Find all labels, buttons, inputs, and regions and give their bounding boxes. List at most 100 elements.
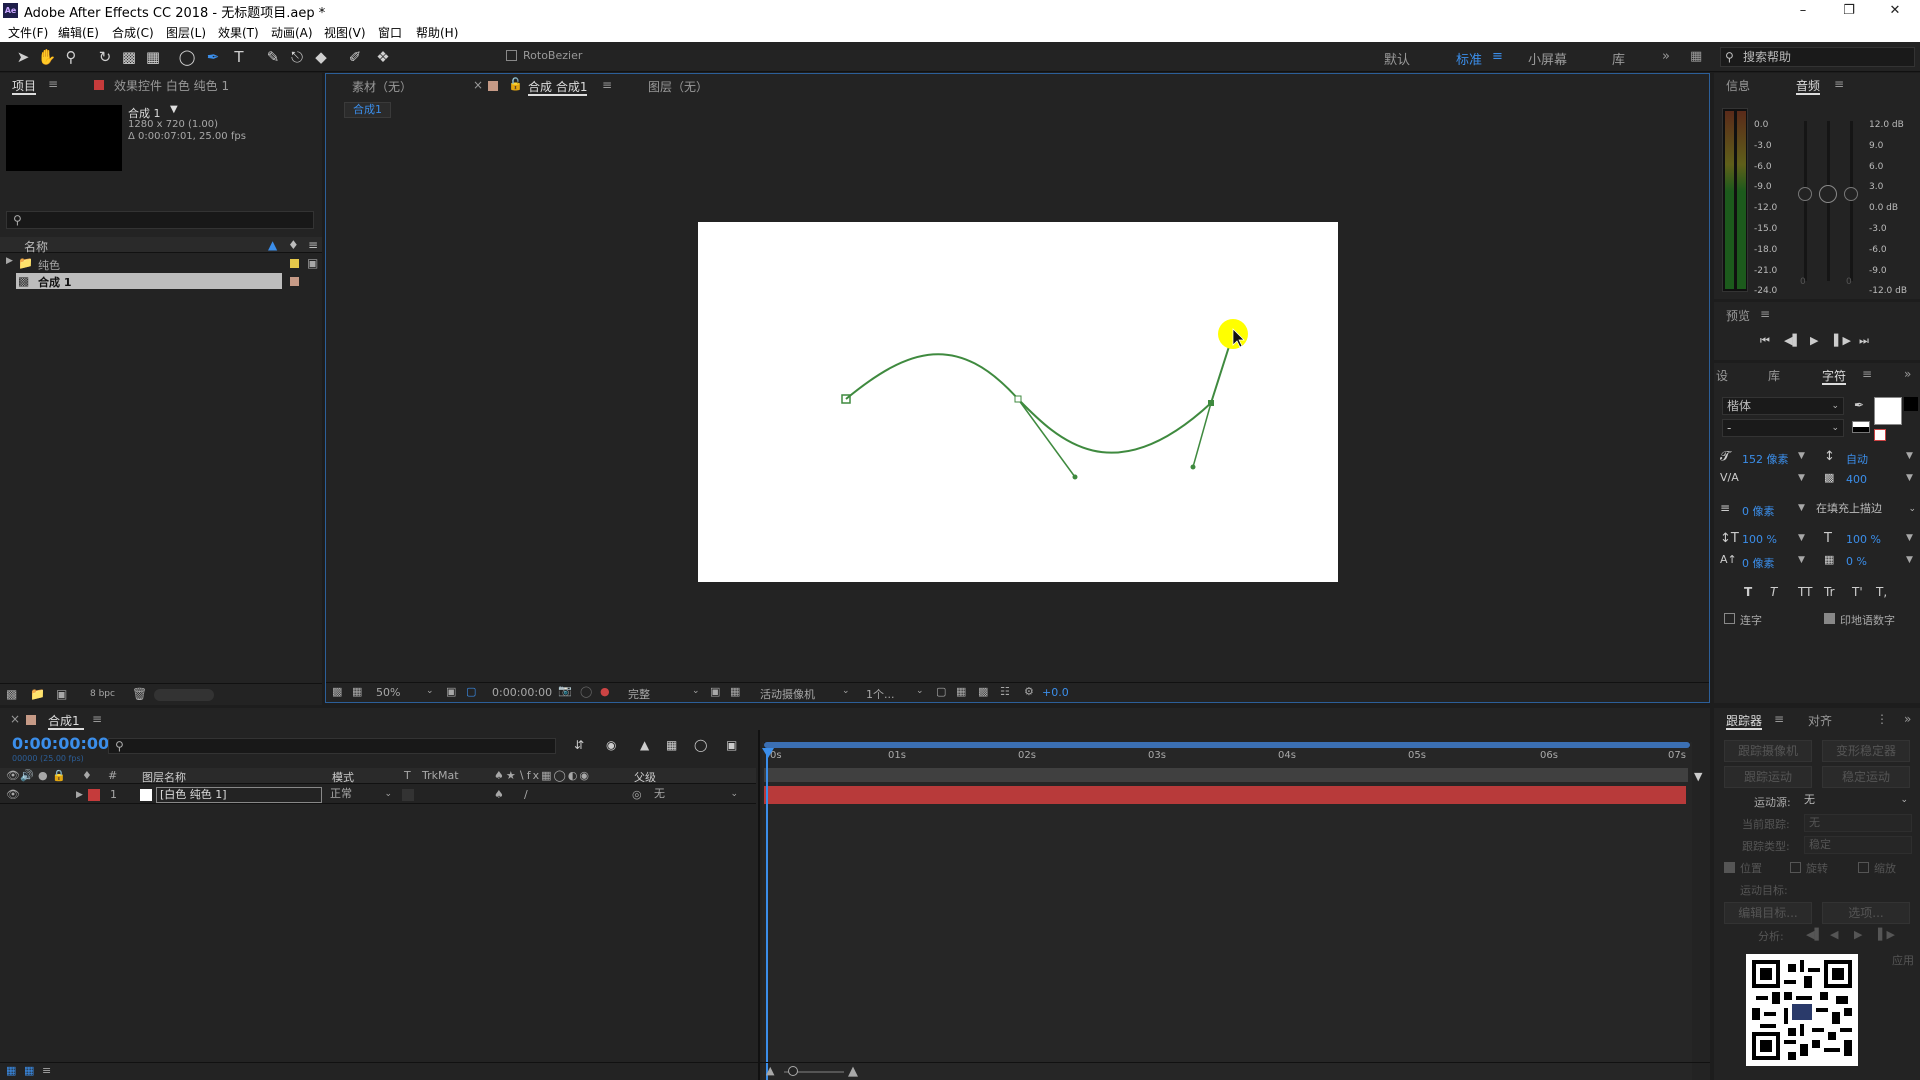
close-button[interactable]: ✕ (1872, 0, 1918, 22)
preview-menu-icon[interactable]: ≡ (1760, 307, 1770, 321)
ellipse-tool-icon[interactable]: ◯ (176, 46, 198, 68)
column-name[interactable]: 名称 (24, 238, 48, 255)
warp-stabilizer-button[interactable]: 变形稳定器 (1822, 740, 1910, 762)
audio-toggle-icon[interactable]: 🔊 (20, 769, 34, 782)
tab-composition[interactable]: 合成 合成1 (528, 78, 588, 96)
horizontal-scale-chevron-icon[interactable]: ▼ (1906, 533, 1913, 543)
type-tool-icon[interactable]: T (228, 46, 250, 68)
stroke-width-value[interactable]: 0 像素 (1742, 503, 1775, 519)
zoom-tool-icon[interactable]: ⚲ (60, 46, 82, 68)
zoom-chevron-icon[interactable]: ⌄ (426, 686, 434, 696)
lock-icon[interactable]: 🔓 (508, 77, 523, 91)
quality-toggle-icon[interactable]: ∕ (524, 788, 528, 801)
minimize-button[interactable]: – (1780, 0, 1826, 22)
work-area-bar[interactable] (764, 742, 1690, 748)
path-vertex-2[interactable] (1014, 395, 1022, 403)
frame-blending-icon[interactable]: ▦ (666, 738, 677, 752)
layer-duration-bar[interactable] (764, 786, 1686, 804)
layer-expand-arrow-icon[interactable]: ▶ (76, 790, 83, 800)
vertical-scale-value[interactable]: 100 % (1742, 533, 1777, 546)
motion-source-select[interactable]: 无 ⌄ (1804, 792, 1912, 810)
motion-blur-icon[interactable]: ◯ (694, 738, 707, 752)
layer-row[interactable]: 👁 ▶ 1 [白色 纯色 1] 正常 ⌄ ♠ ∕ ◎ 无 ⌄ (0, 786, 756, 804)
tab-info[interactable]: 信息 (1726, 77, 1750, 94)
layer-mode-select[interactable]: 正常 ⌄ (330, 787, 394, 803)
selection-tool-icon[interactable]: ➤ (12, 46, 34, 68)
camera-chevron-icon[interactable]: ⌄ (842, 686, 850, 696)
bpc-indicator[interactable]: 8 bpc (90, 689, 115, 699)
label-column-icon[interactable]: ♦ (288, 238, 299, 252)
mask-visibility-icon[interactable]: ▢ (466, 685, 476, 698)
faux-bold-button[interactable]: T (1744, 585, 1752, 599)
zoom-in-icon[interactable]: ▲ (848, 1064, 858, 1079)
fast-preview-icon[interactable]: ▦ (956, 685, 966, 698)
comp-flowchart-icon[interactable]: ⇵ (574, 738, 584, 752)
menu-file[interactable]: 文件(F) (8, 24, 48, 41)
workspace-small-screen[interactable]: 小屏幕 (1528, 49, 1567, 68)
stroke-width-chevron-icon[interactable]: ▼ (1798, 503, 1805, 513)
horizontal-scale-value[interactable]: 100 % (1846, 533, 1881, 546)
comp-canvas[interactable] (698, 222, 1338, 582)
track-camera-button[interactable]: 跟踪摄像机 (1724, 740, 1812, 762)
video-toggle-icon[interactable]: 👁 (6, 769, 20, 782)
tab-tracker[interactable]: 跟踪器 (1726, 712, 1763, 730)
tracking-value[interactable]: 400 (1846, 473, 1867, 486)
project-search-input[interactable]: ⚲ (6, 211, 314, 229)
work-area-range[interactable] (764, 742, 1690, 748)
tab-libraries[interactable]: 库 (1768, 367, 1780, 384)
flowchart-icon[interactable]: ☷ (1000, 685, 1010, 698)
hand-tool-icon[interactable]: ✋ (36, 46, 58, 68)
project-menu-icon[interactable]: ≡ (48, 77, 58, 91)
font-style-select[interactable]: - ⌄ (1722, 419, 1844, 437)
audio-slider-left[interactable] (1798, 187, 1812, 201)
close-timeline-tab-icon[interactable]: × (10, 712, 20, 726)
tab-project[interactable]: 项目 (12, 77, 37, 95)
zoom-select[interactable]: 50% (376, 686, 400, 699)
tab-layer[interactable]: 图层（无） (648, 78, 708, 95)
tangent-handle-2[interactable] (1192, 402, 1212, 468)
resolution-chevron-icon[interactable]: ⌄ (692, 686, 700, 696)
project-item-comp[interactable]: ▩ 合成 1 (16, 273, 282, 289)
analyze-back-icon[interactable]: ◀▌ (1806, 928, 1823, 941)
menu-edit[interactable]: 编辑(E) (58, 24, 99, 41)
menu-composition[interactable]: 合成(C) (112, 24, 154, 41)
next-frame-icon[interactable]: ▌▶ (1834, 334, 1851, 347)
time-ruler[interactable]: 0s 01s 02s 03s 04s 05s 06s 07s (762, 750, 1692, 768)
brush-tool-icon[interactable]: ✎ (262, 46, 284, 68)
audio-slider-right[interactable] (1844, 187, 1858, 201)
camera-select[interactable]: 活动摄像机 (760, 686, 815, 702)
baseline-shift-chevron-icon[interactable]: ▼ (1798, 555, 1805, 565)
swap-colors-icon[interactable] (1852, 421, 1870, 433)
first-frame-icon[interactable]: ⏮ (1760, 334, 1770, 348)
sync-icon[interactable]: ▦ (1690, 49, 1702, 64)
ligatures-checkbox[interactable] (1724, 613, 1735, 627)
toggle-in-out-icon[interactable]: ≡ (42, 1064, 51, 1077)
tsume-chevron-icon[interactable]: ▼ (1906, 555, 1913, 565)
analyze-backward-icon[interactable]: ◀ (1830, 928, 1838, 941)
play-icon[interactable]: ▶ (1810, 334, 1818, 347)
switches-column-icons[interactable]: ♠★∖fx▦◯◐◉ (494, 769, 591, 782)
column-mode[interactable]: 模式 (332, 769, 354, 785)
scale-checkbox[interactable] (1858, 862, 1869, 876)
workspace-standard[interactable]: 标准 (1456, 49, 1482, 68)
delete-icon[interactable]: 🗑 (132, 687, 147, 701)
tab-preview[interactable]: 预览 (1726, 307, 1750, 324)
solo-icon[interactable]: ● (38, 769, 48, 782)
roto-brush-tool-icon[interactable]: ✐ (344, 46, 366, 68)
zoom-out-icon[interactable]: ▲ (766, 1064, 774, 1077)
folder-label-swatch[interactable] (290, 259, 299, 268)
fit-icon[interactable]: ▣ (446, 685, 456, 698)
character-menu-icon[interactable]: ≡ (1862, 367, 1872, 381)
track-type-select[interactable]: 稳定 (1804, 836, 1912, 854)
resolution-select[interactable]: 完整 (628, 686, 650, 702)
lock-column-icon[interactable]: 🔒 (52, 769, 66, 782)
tab-character[interactable]: 字符 (1822, 367, 1847, 385)
font-family-select[interactable]: 楷体 ⌄ (1722, 397, 1844, 415)
stroke-mode-select[interactable]: 在填充上描边 ⌄ (1814, 501, 1918, 519)
snapshot-icon[interactable]: 📷 (558, 684, 572, 697)
bezier-path[interactable] (845, 333, 1234, 454)
type-column-icon[interactable]: ≡ (308, 238, 318, 252)
workspace-libraries[interactable]: 库 (1612, 49, 1625, 68)
eraser-tool-icon[interactable]: ◆ (310, 46, 332, 68)
apply-button[interactable]: 应用 (1892, 952, 1914, 968)
